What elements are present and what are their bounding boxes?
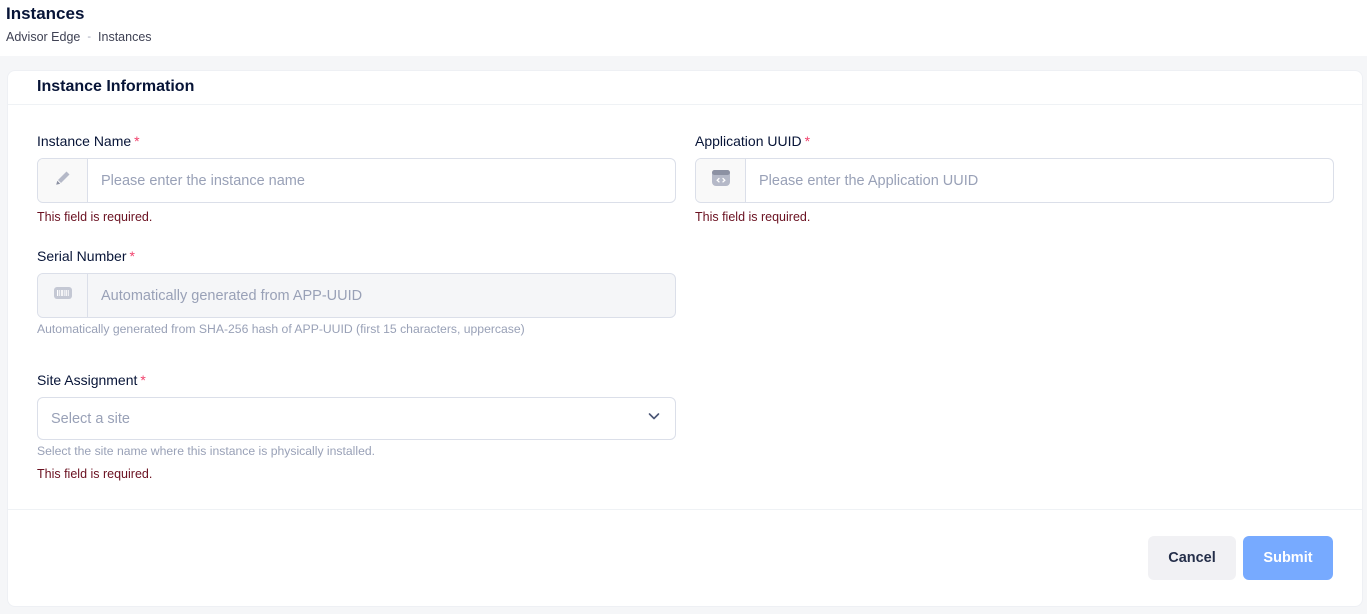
breadcrumb-separator: - xyxy=(87,31,92,43)
required-mark: * xyxy=(134,133,140,149)
breadcrumb: Advisor Edge - Instances xyxy=(6,30,1361,44)
instance-name-field: Instance Name* This field is required. xyxy=(37,133,676,224)
card-title: Instance Information xyxy=(37,78,195,95)
instance-name-label: Instance Name * xyxy=(37,133,676,149)
required-mark: * xyxy=(129,248,135,264)
breadcrumb-item-instances: Instances xyxy=(98,30,152,44)
site-assignment-hint: Select the site name where this instance… xyxy=(37,444,376,458)
site-assignment-selected-value: Select a site xyxy=(51,410,130,427)
serial-number-input-group xyxy=(37,273,676,318)
application-uuid-input-group xyxy=(695,158,1334,203)
instance-form-card: Instance Information Instance Name* This… xyxy=(7,70,1363,607)
serial-number-addon xyxy=(38,274,88,317)
chevron-down-icon xyxy=(647,409,661,428)
serial-number-label-text: Serial Number xyxy=(37,248,127,264)
site-assignment-select[interactable]: Select a site xyxy=(37,397,676,440)
pencil-icon xyxy=(53,168,73,193)
instance-name-input-group xyxy=(37,158,676,203)
site-assignment-field: Site Assignment * Select a site Select th… xyxy=(37,372,676,481)
required-mark: * xyxy=(140,372,146,388)
application-uuid-error: This field is required. xyxy=(695,210,811,224)
application-uuid-input[interactable] xyxy=(746,159,1333,202)
page-header: Instances Advisor Edge - Instances xyxy=(0,0,1367,56)
card-footer: Cancel Submit xyxy=(8,509,1362,607)
serial-number-label: Serial Number * xyxy=(37,248,676,264)
code-window-icon xyxy=(710,167,732,194)
application-uuid-label-text: Application UUID xyxy=(695,133,802,149)
serial-number-input xyxy=(88,274,675,317)
barcode-icon xyxy=(52,284,74,307)
page-title: Instances xyxy=(6,4,85,23)
serial-number-hint: Automatically generated from SHA-256 has… xyxy=(37,322,525,336)
instance-name-addon xyxy=(38,159,88,202)
instance-name-error: This field is required. xyxy=(37,210,153,224)
submit-button[interactable]: Submit xyxy=(1243,536,1333,580)
application-uuid-field: Application UUID* This field is required… xyxy=(695,133,1334,224)
application-uuid-label: Application UUID * xyxy=(695,133,1334,149)
site-assignment-error: This field is required. xyxy=(37,467,153,481)
serial-number-field: Serial Number * Automatically generated … xyxy=(37,248,676,336)
site-assignment-label-text: Site Assignment xyxy=(37,372,138,388)
application-uuid-addon xyxy=(696,159,746,202)
breadcrumb-item-advisor-edge[interactable]: Advisor Edge xyxy=(6,30,80,44)
required-mark: * xyxy=(804,133,811,149)
cancel-button[interactable]: Cancel xyxy=(1148,536,1236,580)
instance-name-label-text: Instance Name xyxy=(37,133,132,149)
site-assignment-label: Site Assignment * xyxy=(37,372,676,388)
instance-name-input[interactable] xyxy=(88,159,675,202)
card-header: Instance Information xyxy=(8,71,1362,105)
